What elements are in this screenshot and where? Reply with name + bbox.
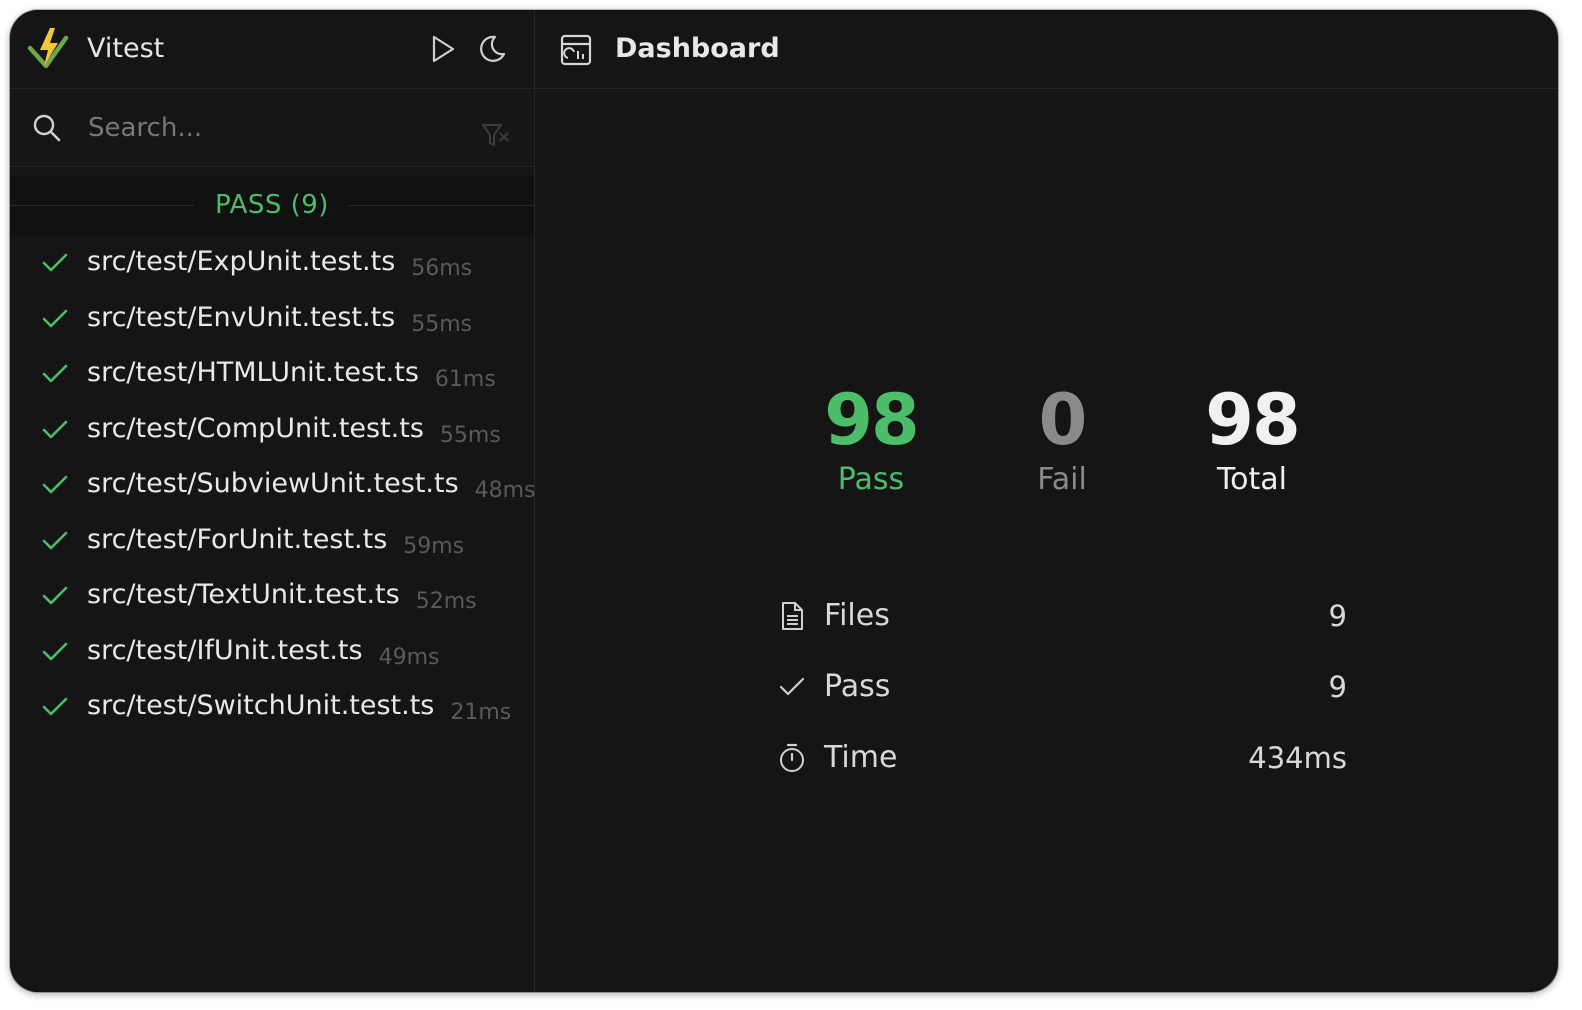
pass-label: Pass [824,669,891,704]
play-icon [432,35,455,63]
file-duration: 21ms [450,700,512,725]
pass-group-label: PASS (9) [215,190,329,220]
file-path: src/test/SwitchUnit.test.ts [87,690,435,721]
page-title: Dashboard [615,33,780,64]
fail-count-label: Fail [1037,462,1087,497]
file-path: src/test/CompUnit.test.ts [87,412,424,444]
fail-count-value: 0 [1038,379,1088,461]
test-file-item[interactable]: src/test/ForUnit.test.ts 59ms [10,512,534,568]
pass-value: 9 [1328,670,1347,704]
file-duration: 55ms [439,422,501,448]
pass-count-label: Pass [837,462,905,497]
vitest-logo-icon [27,28,69,69]
total-count-label: Total [1216,462,1288,497]
check-icon [779,677,805,696]
test-file-name: src/test/ExpUnit.test.ts 56ms [87,243,472,283]
app-title: Vitest [87,33,165,64]
test-file-item[interactable]: src/test/TextUnit.test.ts 52ms [10,567,534,623]
sidebar-header: Vitest [10,10,534,89]
file-duration: 48ms [474,478,536,503]
test-file-name: src/test/IfUnit.test.ts 49ms [87,632,439,672]
summary-details: Files 9 Pass 9 Time 434ms [775,585,1347,798]
file-duration: 49ms [378,644,440,670]
toggle-dark-mode-button[interactable] [475,32,509,66]
file-path: src/test/SubviewUnit.test.ts [87,468,459,499]
test-file-item[interactable]: src/test/SubviewUnit.test.ts 48ms [10,456,536,512]
test-file-name: src/test/EnvUnit.test.ts 55ms [87,299,472,339]
fail-count-stat: 0 Fail [972,380,1152,500]
test-file-name: src/test/ForUnit.test.ts 59ms [87,521,464,561]
file-path: src/test/ForUnit.test.ts [87,523,388,555]
test-file-item[interactable]: src/test/CompUnit.test.ts 55ms [10,401,534,457]
file-path: src/test/TextUnit.test.ts [87,579,400,610]
test-file-item[interactable]: src/test/ExpUnit.test.ts 56ms [10,234,534,290]
search-bar [10,89,534,167]
pass-group-header: PASS (9) [10,176,534,234]
moon-icon [480,35,506,62]
test-file-name: src/test/CompUnit.test.ts 55ms [87,410,501,450]
test-file-name: src/test/SubviewUnit.test.ts 48ms [87,465,536,505]
pass-count-stat: 98 Pass [781,380,961,500]
file-path: src/test/ExpUnit.test.ts [87,246,396,277]
test-file-list: src/test/ExpUnit.test.ts 56ms src/test/En… [10,234,536,734]
file-icon [782,602,803,630]
total-count-value: 98 [1205,379,1300,461]
main-header: Dashboard [535,10,1558,89]
check-icon [42,420,68,438]
total-count-stat: 98 Total [1162,380,1342,500]
test-file-name: src/test/SwitchUnit.test.ts 21ms [87,687,511,727]
file-path: src/test/HTMLUnit.test.ts [87,357,419,388]
time-label: Time [824,740,898,775]
check-icon [42,697,68,716]
pass-row: Pass 9 [775,656,1347,727]
run-all-button[interactable] [425,32,459,66]
test-file-item[interactable]: src/test/EnvUnit.test.ts 55ms [10,290,534,346]
file-duration: 59ms [403,533,465,559]
check-icon [42,642,68,660]
test-file-item[interactable]: src/test/SwitchUnit.test.ts 21ms [10,678,534,734]
files-row: Files 9 [775,585,1347,656]
dashboard-icon [560,34,592,66]
file-path: src/test/IfUnit.test.ts [87,634,363,666]
files-value: 9 [1328,599,1347,633]
test-file-item[interactable]: src/test/HTMLUnit.test.ts 61ms [10,345,534,401]
file-duration: 56ms [411,256,473,281]
test-file-item[interactable]: src/test/IfUnit.test.ts 49ms [10,623,534,679]
check-icon [42,531,68,549]
search-icon [33,114,61,142]
time-row: Time 434ms [775,727,1347,798]
pass-count-value: 98 [824,379,919,461]
test-file-name: src/test/HTMLUnit.test.ts 61ms [87,354,496,394]
time-value: 434ms [1248,741,1347,775]
file-duration: 61ms [434,367,496,392]
file-duration: 55ms [411,311,473,337]
check-icon [42,475,68,494]
search-input[interactable] [86,107,470,149]
timer-icon [780,743,804,772]
files-label: Files [824,598,890,633]
file-duration: 52ms [415,589,477,614]
app-window: Vitest Search... PASS (9) src/test/ExpUn… [10,10,1558,992]
filter-clear-icon[interactable] [480,120,512,152]
check-icon [42,586,68,605]
test-file-name: src/test/TextUnit.test.ts 52ms [87,576,477,616]
file-path: src/test/EnvUnit.test.ts [87,301,396,333]
check-icon [42,364,68,383]
check-icon [42,309,68,327]
sidebar: Vitest Search... PASS (9) src/test/ExpUn… [10,10,536,992]
check-icon [42,253,68,272]
